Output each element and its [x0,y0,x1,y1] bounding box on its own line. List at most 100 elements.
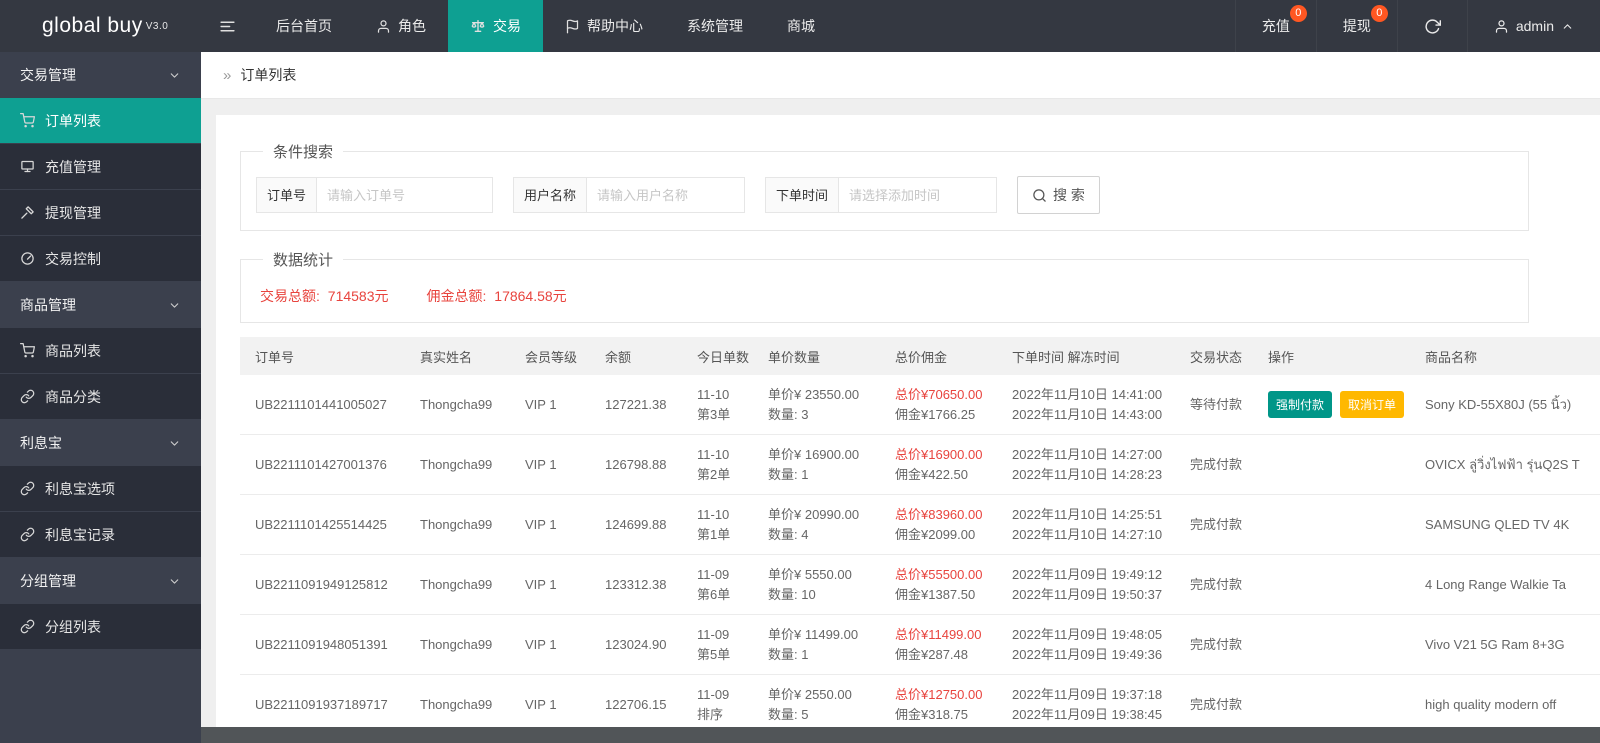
real-name: Thongcha99 [420,396,493,412]
table-header-cell: 交易状态 [1190,349,1243,365]
quantity: 数量: 4 [768,526,809,542]
sidebar-section-1[interactable]: 商品管理 [0,282,201,328]
sidebar-item-0-1[interactable]: 充值管理 [0,144,201,189]
sidebar-section-0[interactable]: 交易管理 [0,52,201,98]
recharge-button[interactable]: 充值 0 [1234,0,1316,52]
nav-item-label: 帮助中心 [587,18,643,34]
today-sequence: 第6单 [697,586,731,602]
sidebar-item-1-1[interactable]: 商品分类 [0,374,201,419]
vip-level-cell: VIP 1 [525,695,605,715]
nav-item-5[interactable]: 商城 [765,0,837,52]
nav-item-label: 角色 [398,18,426,34]
table-header-cell: 下单时间 解冻时间 [1012,349,1120,365]
search-fieldset: 条件搜索 订单号 用户名称 下单时间 搜 索 [240,141,1529,231]
table-header-cell: 总价佣金 [895,349,948,365]
balance: 126798.88 [605,456,667,472]
gavel-icon [20,205,35,220]
refresh-button[interactable] [1396,0,1467,52]
order-no-cell: UB2211101441005027 [255,395,420,415]
price-qty-cell: 单价¥ 20990.00 数量: 4 [768,505,895,545]
search-fields: 订单号 用户名称 下单时间 [256,177,998,213]
vip-level-cell: VIP 1 [525,575,605,595]
search-field-label: 下单时间 [765,177,840,213]
total-price: 总价¥16900.00 [895,446,983,462]
unfreeze-time: 2022年11月09日 19:38:45 [1012,706,1163,722]
sidebar-section-2[interactable]: 利息宝 [0,420,201,466]
today-date: 11-09 [697,686,730,702]
unit-price: 单价¥ 23550.00 [768,386,860,402]
quantity: 数量: 1 [768,466,809,482]
nav-item-3[interactable]: 帮助中心 [543,0,665,52]
table-header-cell: 今日单数 [697,349,750,365]
vip-level: VIP 1 [525,576,557,592]
real-name-cell: Thongcha99 [420,635,525,655]
order-no-cell: UB2211091948051391 [255,635,420,655]
user-menu[interactable]: admin [1466,0,1600,52]
sidebar-section-label: 利息宝 [20,435,62,451]
status-cell: 等待付款 [1190,395,1268,415]
order-number: UB2211091937189717 [255,696,388,712]
top-nav-menu: 后台首页 角色 交易 帮助中心 系统管理 商城 [254,0,837,52]
sidebar-item-0-2[interactable]: 提现管理 [0,190,201,235]
person-icon [376,19,391,34]
vip-level: VIP 1 [525,696,557,712]
link-icon [20,527,35,542]
refresh-icon [1424,18,1441,35]
today-date: 11-09 [697,626,730,642]
nav-item-2[interactable]: 交易 [448,0,543,52]
sidebar-toggle-button[interactable] [201,0,254,52]
today-sequence: 第3单 [697,406,731,422]
horizontal-scrollbar[interactable] [201,727,1600,743]
order-time: 2022年11月10日 14:25:51 [1012,506,1163,522]
person-icon [1494,19,1509,34]
order-time: 2022年11月09日 19:48:05 [1012,626,1163,642]
table-row: UB2211091937189717 Thongcha99 VIP 1 122706.… [240,675,1600,727]
price-qty-cell: 单价¥ 23550.00 数量: 3 [768,385,895,425]
cancel-order-button[interactable]: 取消订单 [1340,391,1405,418]
search-legend: 条件搜索 [273,144,334,161]
quantity: 数量: 10 [768,586,816,602]
total-price: 总价¥12750.00 [895,686,983,702]
commission: 佣金¥422.50 [895,466,968,482]
table-header-cell: 订单号 [255,349,295,365]
price-qty-cell: 单价¥ 11499.00 数量: 1 [768,625,895,665]
search-field-input-1[interactable] [587,177,746,213]
time-cell: 2022年11月10日 14:27:00 2022年11月10日 14:28:23 [1012,445,1190,485]
gauge-icon [20,251,35,266]
today-date: 11-10 [697,446,730,462]
search-field-input-0[interactable] [317,177,494,213]
total-price: 总价¥55500.00 [895,566,983,582]
chevron-down-icon [168,299,181,312]
nav-item-0[interactable]: 后台首页 [254,0,354,52]
nav-item-4[interactable]: 系统管理 [665,0,765,52]
brand-name: global buy [42,14,143,37]
balance: 123024.90 [605,636,667,652]
quantity: 数量: 3 [768,406,809,422]
price-qty-cell: 单价¥ 16900.00 数量: 1 [768,445,895,485]
nav-item-1[interactable]: 角色 [354,0,448,52]
force-pay-button[interactable]: 强制付款 [1268,391,1333,418]
sidebar-item-label: 订单列表 [45,112,101,129]
product-cell: OVICX ลู่วิ่งไฟฟ้า รุ่นQ2S T [1425,455,1600,475]
balance-cell: 123024.90 [605,635,697,655]
search-button[interactable]: 搜 索 [1017,176,1100,214]
order-no-cell: UB2211091937189717 [255,695,420,715]
total-commission-cell: 总价¥70650.00 佣金¥1766.25 [895,385,1012,425]
sidebar-item-0-3[interactable]: 交易控制 [0,236,201,281]
quantity: 数量: 1 [768,646,809,662]
sidebar-item-0-0[interactable]: 订单列表 [0,98,201,143]
sidebar-item-3-0[interactable]: 分组列表 [0,604,201,649]
product-cell: Sony KD-55X80J (55 นิ้ว) [1425,395,1600,415]
today-date: 11-09 [697,566,730,582]
sidebar-item-2-1[interactable]: 利息宝记录 [0,512,201,557]
unfreeze-time: 2022年11月10日 14:43:00 [1012,406,1163,422]
cart-icon [20,113,35,128]
vip-level-cell: VIP 1 [525,515,605,535]
product-cell: 4 Long Range Walkie Ta [1425,575,1600,595]
sidebar-item-1-0[interactable]: 商品列表 [0,328,201,373]
search-field-input-2[interactable] [839,177,998,213]
withdraw-button[interactable]: 提现 0 [1315,0,1397,52]
sidebar-section-3[interactable]: 分组管理 [0,558,201,604]
recharge-label: 充值 [1261,18,1290,34]
sidebar-item-2-0[interactable]: 利息宝选项 [0,466,201,511]
